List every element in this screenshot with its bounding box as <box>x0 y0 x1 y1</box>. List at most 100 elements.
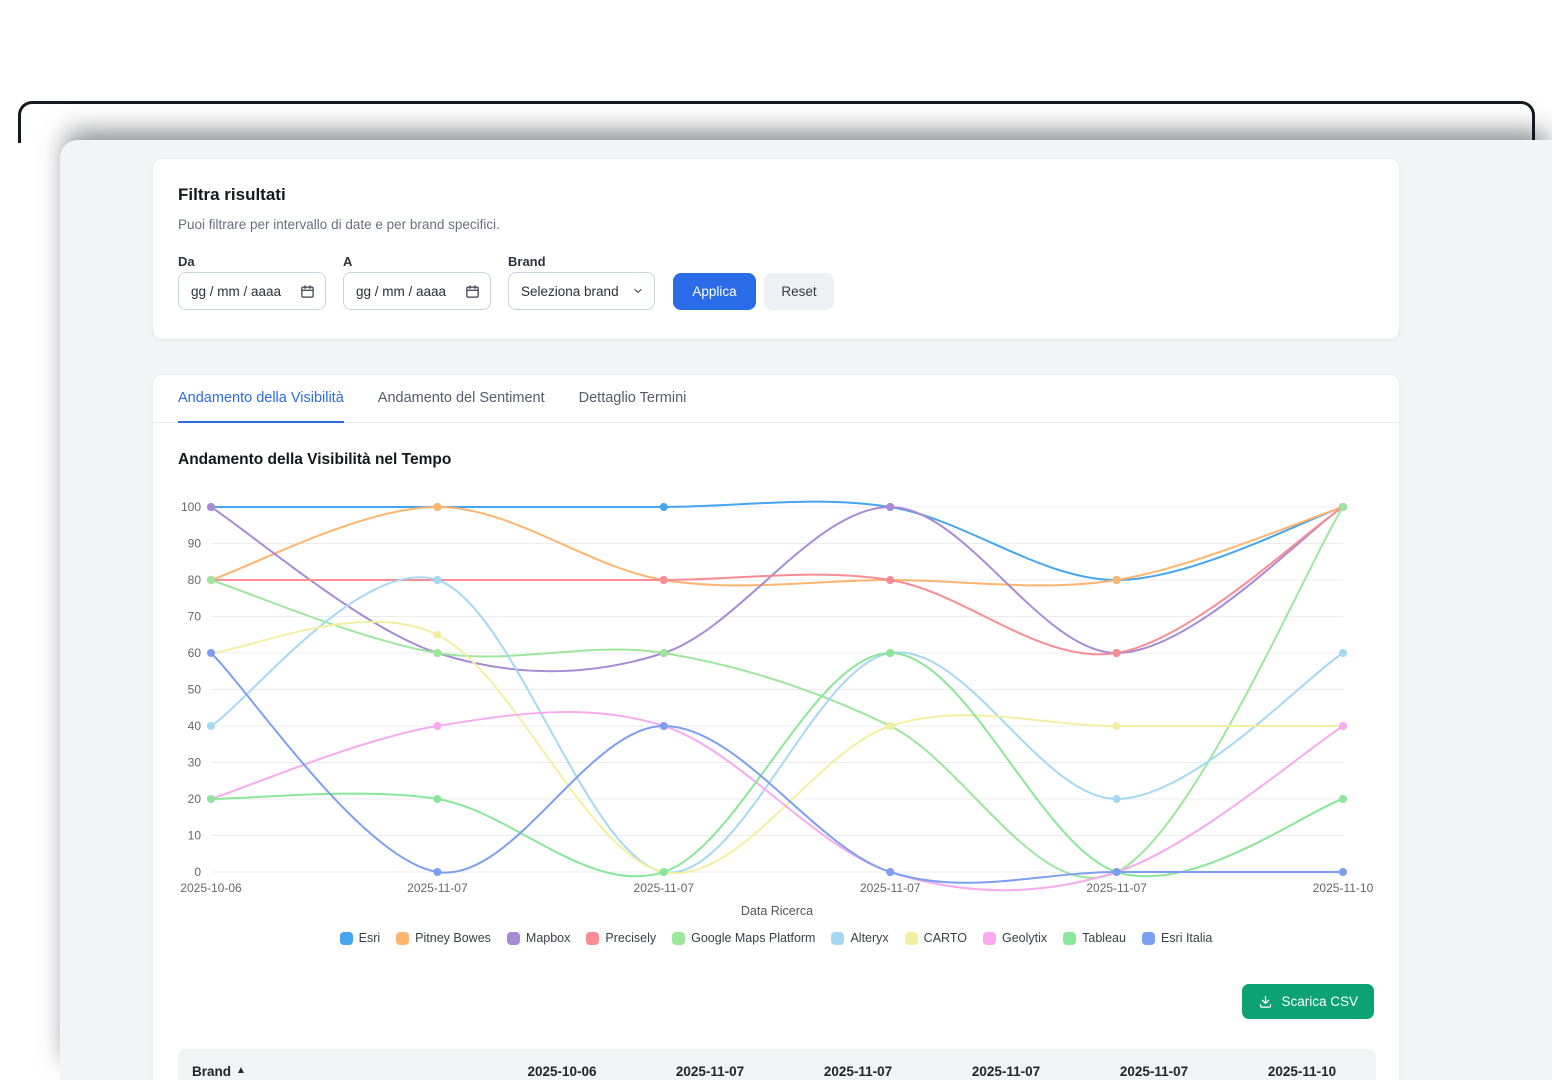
legend-item-carto[interactable]: CARTO <box>905 931 967 945</box>
y-tick-label: 90 <box>188 537 202 551</box>
series-line <box>211 507 1343 878</box>
legend-swatch <box>1142 932 1155 945</box>
date-from-input[interactable]: gg / mm / aaaa <box>178 272 326 310</box>
table-header-date-5[interactable]: 2025-11-10 <box>1228 1064 1376 1079</box>
series-line <box>211 507 1343 671</box>
data-point[interactable] <box>886 722 894 730</box>
legend-item-tableau[interactable]: Tableau <box>1063 931 1126 945</box>
y-tick-label: 100 <box>181 500 201 514</box>
tab-dettaglio-termini[interactable]: Dettaglio Termini <box>579 375 687 423</box>
data-point[interactable] <box>433 503 441 511</box>
data-point[interactable] <box>433 576 441 584</box>
legend-item-precisely[interactable]: Precisely <box>586 931 656 945</box>
legend-label: CARTO <box>924 931 967 945</box>
visibility-line-chart[interactable]: 01020304050607080901002025-10-062025-11-… <box>161 491 1391 923</box>
legend-item-esri-italia[interactable]: Esri Italia <box>1142 931 1212 945</box>
data-point[interactable] <box>886 649 894 657</box>
calendar-icon <box>300 284 315 299</box>
data-point[interactable] <box>207 649 215 657</box>
data-point[interactable] <box>1113 722 1121 730</box>
data-point[interactable] <box>433 795 441 803</box>
data-point[interactable] <box>207 722 215 730</box>
legend-swatch <box>905 932 918 945</box>
legend-item-esri[interactable]: Esri <box>340 931 381 945</box>
legend-item-pitney-bowes[interactable]: Pitney Bowes <box>396 931 491 945</box>
table-header-date-1[interactable]: 2025-11-07 <box>636 1064 784 1079</box>
data-point[interactable] <box>207 503 215 511</box>
apply-button[interactable]: Applica <box>673 273 756 310</box>
data-point[interactable] <box>1339 795 1347 803</box>
date-to-value: gg / mm / aaaa <box>356 284 446 299</box>
data-point[interactable] <box>886 576 894 584</box>
data-point[interactable] <box>1339 503 1347 511</box>
tab-andamento-del-sentiment[interactable]: Andamento del Sentiment <box>378 375 545 423</box>
content-panel: Filtra risultati Puoi filtrare per inter… <box>60 140 1552 1080</box>
filter-card: Filtra risultati Puoi filtrare per inter… <box>152 158 1400 340</box>
legend-swatch <box>983 932 996 945</box>
series-google-maps-platform <box>207 503 1347 878</box>
date-from-label: Da <box>178 254 195 269</box>
reset-button[interactable]: Reset <box>764 273 834 310</box>
y-tick-label: 70 <box>188 610 202 624</box>
series-line <box>211 507 1343 654</box>
calendar-icon <box>465 284 480 299</box>
data-point[interactable] <box>660 722 668 730</box>
data-point[interactable] <box>433 722 441 730</box>
table-header-brand[interactable]: Brand▲ <box>178 1064 488 1079</box>
legend-label: Tableau <box>1082 931 1126 945</box>
y-tick-label: 60 <box>188 646 202 660</box>
data-point[interactable] <box>1113 576 1121 584</box>
y-tick-label: 0 <box>194 865 201 879</box>
sort-asc-icon: ▲ <box>236 1066 246 1076</box>
series-line <box>211 502 1343 580</box>
legend-swatch <box>586 932 599 945</box>
data-point[interactable] <box>1113 795 1121 803</box>
data-point[interactable] <box>886 868 894 876</box>
tab-bar: Andamento della Visibilità Andamento del … <box>153 375 1399 423</box>
data-point[interactable] <box>1339 649 1347 657</box>
data-point[interactable] <box>1339 722 1347 730</box>
data-point[interactable] <box>433 868 441 876</box>
data-point[interactable] <box>433 649 441 657</box>
table-header-date-2[interactable]: 2025-11-07 <box>784 1064 932 1079</box>
data-point[interactable] <box>660 868 668 876</box>
legend-item-mapbox[interactable]: Mapbox <box>507 931 570 945</box>
legend-swatch <box>507 932 520 945</box>
legend-label: Esri <box>359 931 381 945</box>
data-point[interactable] <box>660 503 668 511</box>
date-to-input[interactable]: gg / mm / aaaa <box>343 272 491 310</box>
data-point[interactable] <box>660 576 668 584</box>
x-tick-label: 2025-11-07 <box>860 881 921 895</box>
data-point[interactable] <box>1113 649 1121 657</box>
y-tick-label: 10 <box>188 829 202 843</box>
data-point[interactable] <box>1339 868 1347 876</box>
tab-andamento-della-visibilit[interactable]: Andamento della Visibilità <box>178 375 344 423</box>
data-point[interactable] <box>886 503 894 511</box>
legend-label: Precisely <box>605 931 656 945</box>
legend-swatch <box>1063 932 1076 945</box>
legend-item-alteryx[interactable]: Alteryx <box>831 931 888 945</box>
series-pitney-bowes <box>207 503 1347 585</box>
legend-swatch <box>672 932 685 945</box>
x-tick-label: 2025-11-10 <box>1313 881 1374 895</box>
chart-card: Andamento della Visibilità Andamento del … <box>152 374 1400 1080</box>
data-point[interactable] <box>433 631 441 639</box>
data-point[interactable] <box>207 795 215 803</box>
legend-item-geolytix[interactable]: Geolytix <box>983 931 1047 945</box>
data-point[interactable] <box>660 649 668 657</box>
brand-select-value: Seleziona brand <box>521 284 619 299</box>
data-point[interactable] <box>207 576 215 584</box>
download-icon <box>1258 994 1273 1009</box>
legend-label: Mapbox <box>526 931 570 945</box>
series-esri-italia <box>207 649 1347 883</box>
y-tick-label: 80 <box>188 573 202 587</box>
brand-select[interactable]: Seleziona brand <box>508 272 655 310</box>
legend-item-google-maps-platform[interactable]: Google Maps Platform <box>672 931 815 945</box>
download-csv-button[interactable]: Scarica CSV <box>1242 984 1374 1019</box>
legend-label: Geolytix <box>1002 931 1047 945</box>
chevron-down-icon <box>632 285 644 297</box>
table-header-date-0[interactable]: 2025-10-06 <box>488 1064 636 1079</box>
table-header-date-4[interactable]: 2025-11-07 <box>1080 1064 1228 1079</box>
table-header-date-3[interactable]: 2025-11-07 <box>932 1064 1080 1079</box>
data-point[interactable] <box>1113 868 1121 876</box>
